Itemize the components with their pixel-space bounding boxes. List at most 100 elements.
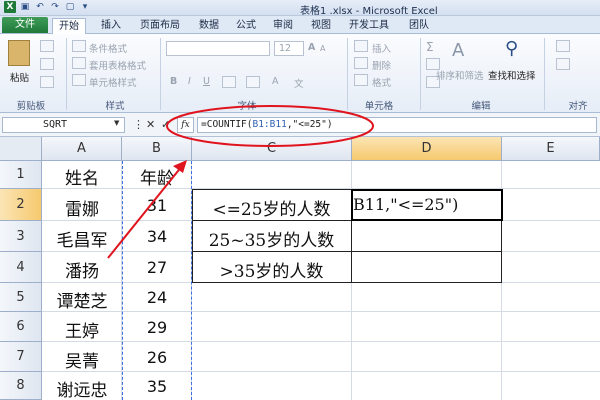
- save-icon[interactable]: ▣: [19, 1, 31, 13]
- cell-c2[interactable]: <=25岁的人数: [192, 195, 351, 220]
- tab-file[interactable]: 文件: [2, 17, 48, 33]
- tab-team[interactable]: 团队: [403, 18, 435, 34]
- column-header-d[interactable]: D: [352, 137, 502, 161]
- cell-a3[interactable]: 毛昌军: [42, 226, 122, 251]
- separator: [544, 38, 545, 110]
- insert-cells-button[interactable]: 插入: [372, 41, 391, 55]
- cell-c3[interactable]: 25~35岁的人数: [192, 226, 351, 251]
- column-header-e[interactable]: E: [502, 137, 600, 161]
- cancel-icon[interactable]: ✕: [146, 118, 155, 132]
- paste-button[interactable]: 粘贴: [10, 70, 29, 84]
- fill-color-icon[interactable]: [246, 76, 260, 88]
- row-header-8[interactable]: 8: [0, 372, 42, 400]
- sort-filter-button[interactable]: 排序和筛选: [436, 68, 484, 82]
- ribbon-home: 粘贴 剪贴板 条件格式 套用表格格式 单元格样式 样式 12 A A B I U…: [0, 34, 600, 113]
- tab-formulas[interactable]: 公式: [230, 18, 262, 34]
- cell-styles-icon[interactable]: [72, 74, 86, 86]
- column-header-a[interactable]: A: [42, 137, 122, 161]
- clipboard-group-label: 剪贴板: [16, 101, 46, 112]
- name-box-dropdown-icon[interactable]: ▼: [114, 119, 119, 127]
- grow-font-icon[interactable]: A: [308, 42, 315, 53]
- separator: [347, 38, 348, 110]
- merge-icon[interactable]: [556, 58, 570, 70]
- font-name-select[interactable]: [166, 41, 270, 56]
- undo-icon[interactable]: ↶: [34, 1, 46, 13]
- wrap-text-icon[interactable]: [556, 40, 570, 52]
- tab-view[interactable]: 视图: [305, 18, 337, 34]
- format-painter-icon[interactable]: [40, 76, 54, 88]
- cells-group-label: 单元格: [364, 101, 394, 112]
- tab-page-layout[interactable]: 页面布局: [134, 18, 186, 34]
- row-header-3[interactable]: 3: [0, 221, 42, 252]
- table-format-button[interactable]: 套用表格格式: [89, 58, 146, 72]
- cell-a8[interactable]: 谢远忠: [42, 376, 122, 400]
- find-select-icon[interactable]: ⚲: [505, 38, 518, 59]
- separator: [66, 38, 67, 110]
- window-title: 表格1 .xlsx - Microsoft Excel: [300, 6, 438, 17]
- cell-a4[interactable]: 潘扬: [42, 257, 122, 282]
- bold-icon[interactable]: B: [170, 76, 177, 87]
- tab-review[interactable]: 审阅: [267, 18, 299, 34]
- row-header-2[interactable]: 2: [0, 189, 42, 221]
- font-group-label: 字体: [237, 101, 257, 112]
- shrink-font-icon[interactable]: A: [320, 44, 325, 53]
- tab-insert[interactable]: 插入: [95, 18, 127, 34]
- new-file-icon[interactable]: ▢: [64, 1, 76, 13]
- delete-cells-button[interactable]: 删除: [372, 58, 391, 72]
- column-header-b[interactable]: B: [122, 137, 192, 161]
- conditional-format-icon[interactable]: [72, 40, 86, 52]
- row-header-1[interactable]: 1: [0, 161, 42, 189]
- cell-a2[interactable]: 雷娜: [42, 195, 122, 220]
- underline-icon[interactable]: U: [203, 76, 210, 87]
- row-header-7[interactable]: 7: [0, 342, 42, 372]
- formula-range-highlight: [122, 161, 192, 400]
- cell-a5[interactable]: 谭楚芝: [42, 287, 122, 312]
- row-header-4[interactable]: 4: [0, 252, 42, 283]
- border-icon[interactable]: [222, 76, 236, 88]
- font-size-value: 12: [279, 43, 292, 54]
- table-format-icon[interactable]: [72, 57, 86, 69]
- select-all-button[interactable]: [0, 137, 42, 161]
- alignment-group-label: 对齐: [568, 101, 588, 112]
- row-header-6[interactable]: 6: [0, 312, 42, 342]
- copy-icon[interactable]: [40, 58, 54, 70]
- tab-data[interactable]: 数据: [193, 18, 225, 34]
- conditional-format-button[interactable]: 条件格式: [89, 41, 127, 55]
- formula-range-ref: B1:B11: [252, 119, 287, 130]
- separator: [160, 38, 161, 110]
- row-header-5[interactable]: 5: [0, 283, 42, 312]
- formula-input[interactable]: =COUNTIF(B1:B11,"<=25"): [197, 117, 597, 133]
- delete-cells-icon[interactable]: [354, 57, 368, 69]
- formula-suffix: ,"<=25"): [286, 119, 333, 130]
- name-box[interactable]: SQRT: [2, 117, 125, 133]
- find-select-button[interactable]: 查找和选择: [488, 68, 536, 82]
- format-cells-icon[interactable]: [354, 74, 368, 86]
- redo-icon[interactable]: ↷: [49, 1, 61, 13]
- insert-function-icon[interactable]: fx: [177, 117, 194, 133]
- insert-cells-icon[interactable]: [354, 40, 368, 52]
- cell-a6[interactable]: 王婷: [42, 317, 122, 342]
- column-header-c[interactable]: C: [192, 137, 352, 161]
- paste-icon[interactable]: [8, 40, 30, 66]
- sort-filter-icon[interactable]: A: [452, 40, 464, 61]
- italic-icon[interactable]: I: [188, 76, 191, 87]
- phonetic-icon[interactable]: 文: [294, 76, 304, 90]
- resize-handle-icon[interactable]: ⋮: [133, 118, 144, 132]
- format-cells-button[interactable]: 格式: [372, 75, 391, 89]
- cut-icon[interactable]: [40, 40, 54, 52]
- enter-icon[interactable]: ✓: [161, 118, 170, 132]
- cell-c4[interactable]: >35岁的人数: [192, 257, 351, 282]
- font-color-icon[interactable]: A: [272, 76, 279, 87]
- cell-a1[interactable]: 姓名: [42, 164, 122, 189]
- worksheet-grid: A B C D E 1 2 3 4 5 6 7 8 姓名 雷娜 毛昌军 潘扬 谭…: [0, 137, 600, 400]
- customize-toolbar-icon[interactable]: ▾: [79, 1, 91, 13]
- tab-home[interactable]: 开始: [52, 18, 86, 34]
- formula-prefix: =COUNTIF(: [201, 119, 253, 130]
- cell-styles-button[interactable]: 单元格样式: [89, 75, 137, 89]
- cell-d2-edit-text: B11,"<=25"): [353, 195, 459, 214]
- tab-developer[interactable]: 开发工具: [343, 18, 395, 34]
- font-size-select[interactable]: 12: [274, 41, 304, 56]
- autosum-icon[interactable]: Σ: [426, 40, 434, 54]
- cell-a7[interactable]: 吴菁: [42, 347, 122, 372]
- excel-logo-icon: X: [4, 1, 16, 13]
